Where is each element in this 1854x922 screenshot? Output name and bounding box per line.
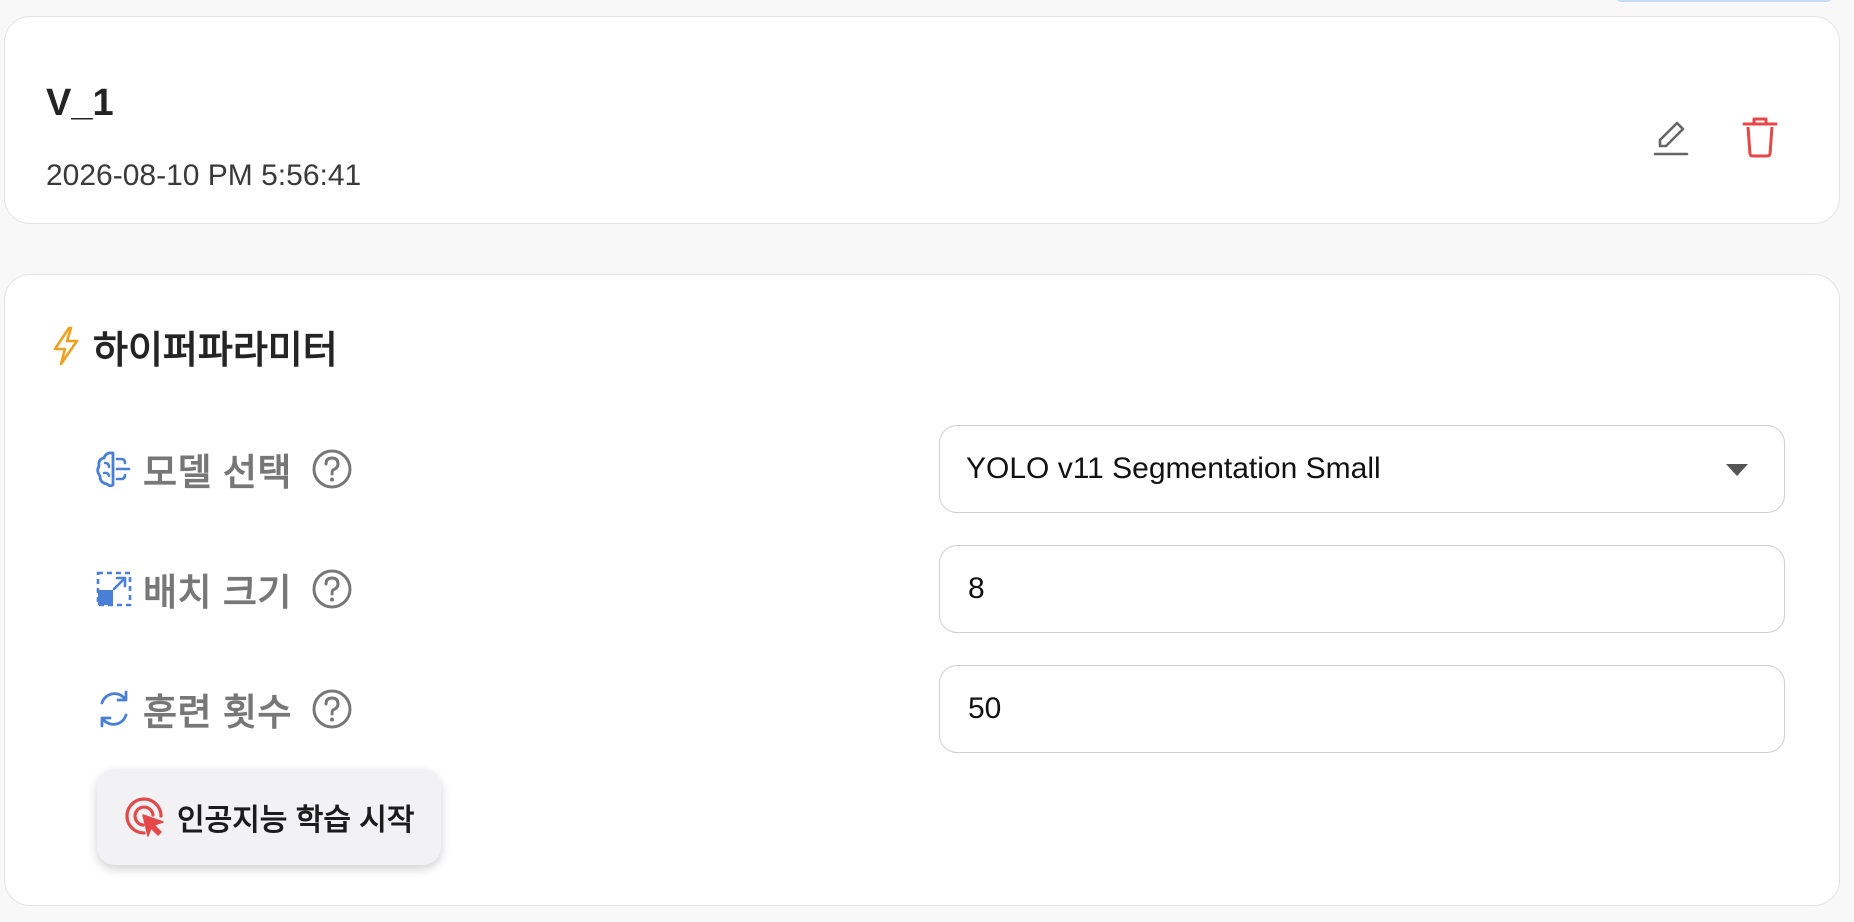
- model-select-value: YOLO v11 Segmentation Small: [966, 452, 1381, 485]
- batch-size-row: 배치 크기: [93, 545, 1791, 633]
- brain-icon: [93, 448, 135, 490]
- epochs-input[interactable]: [966, 691, 1784, 727]
- lightning-icon: [53, 326, 79, 366]
- edit-button[interactable]: [1649, 113, 1693, 161]
- epochs-row: 훈련 횟수: [93, 665, 1791, 753]
- batch-size-input[interactable]: [966, 571, 1784, 607]
- model-select-dropdown[interactable]: YOLO v11 Segmentation Small: [939, 425, 1785, 513]
- delete-button[interactable]: [1738, 113, 1782, 161]
- version-title: V_1: [46, 82, 114, 124]
- epochs-label: 훈련 횟수: [143, 692, 292, 733]
- resize-square-icon: [93, 568, 135, 610]
- epochs-input-field[interactable]: [939, 665, 1785, 753]
- model-help-icon[interactable]: [310, 447, 354, 491]
- batch-size-label-group: 배치 크기: [93, 545, 354, 633]
- epochs-label-group: 훈련 횟수: [93, 665, 354, 753]
- pencil-icon: [1653, 121, 1689, 156]
- model-select-label: 모델 선택: [143, 452, 292, 493]
- batch-size-input-field[interactable]: [939, 545, 1785, 633]
- section-header: 하이퍼파라미터: [49, 321, 338, 372]
- target-cursor-icon: [125, 797, 164, 837]
- version-card: V_1 2026-08-10 PM 5:56:41: [4, 16, 1840, 224]
- start-training-label: 인공지능 학습 시작: [177, 804, 415, 837]
- chevron-down-icon: [1726, 464, 1748, 476]
- model-select-label-group: 모델 선택: [93, 425, 354, 513]
- start-training-button[interactable]: 인공지능 학습 시작: [97, 769, 441, 865]
- batch-size-help-icon[interactable]: [310, 567, 354, 611]
- version-timestamp: 2026-08-10 PM 5:56:41: [46, 159, 362, 192]
- epochs-help-icon[interactable]: [310, 687, 354, 731]
- trash-icon: [1742, 117, 1778, 158]
- batch-size-label: 배치 크기: [143, 572, 292, 613]
- refresh-icon: [93, 688, 135, 730]
- model-select-row: 모델 선택 YOLO v11 Segmentation Small: [93, 425, 1791, 513]
- hyperparameters-card: 하이퍼파라미터 모델 선택 YOLO v11 Segmentation Smal…: [4, 274, 1840, 906]
- top-partial-button[interactable]: [1614, 0, 1834, 2]
- section-title: 하이퍼파라미터: [93, 329, 338, 372]
